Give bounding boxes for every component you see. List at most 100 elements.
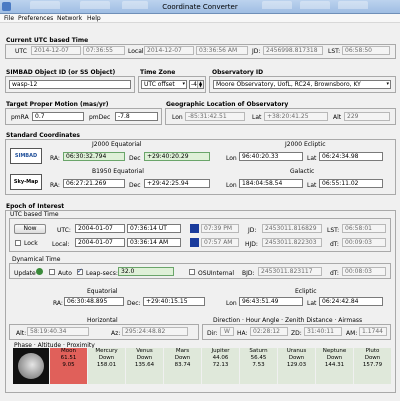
ra-label: RA: — [50, 155, 60, 162]
moon-icon — [18, 353, 44, 379]
observatory-heading: Observatory ID — [212, 69, 264, 76]
zd-label: ZD: — [291, 330, 302, 337]
ecliptic-lon-input[interactable]: 96:40:20.33 — [239, 152, 303, 161]
epoch-ec-lat-input[interactable]: 06:24:42.84 — [319, 297, 383, 306]
phase-cell-mars: Mars Down 83.74 — [164, 348, 201, 384]
dec-j2000-input[interactable]: +29:40:20.29 — [144, 152, 210, 161]
epoch-ec-lon-label: Lon — [226, 300, 237, 307]
phase-body-value1: 44.06 — [212, 355, 229, 361]
skymap-logo[interactable]: Sky-Map — [10, 174, 42, 190]
epoch-local-time-input[interactable]: 03:36:14 AM — [127, 238, 181, 247]
current-utc-time: 07:36:55 — [83, 46, 125, 55]
pmra-label: pmRA — [11, 114, 29, 121]
phase-body-value1: Down — [98, 355, 115, 361]
epoch-equatorial-title: Equatorial — [87, 288, 118, 295]
menu-network[interactable]: Network — [57, 15, 82, 22]
chevron-down-icon: ▾ — [182, 81, 185, 87]
timezone-select[interactable]: UTC offset ▾ — [141, 80, 187, 89]
obs-alt: 229 — [344, 112, 390, 121]
menu-preferences[interactable]: Preferences — [18, 15, 53, 22]
obs-lon: -85:31:42.51 — [185, 112, 245, 121]
dec-label: Dec — [129, 155, 141, 162]
simbad-object-input[interactable]: wasp-12 — [9, 80, 131, 89]
ra-j2000-input[interactable]: 06:30:32.794 — [63, 152, 125, 161]
galactic-lat-input[interactable]: 06:55:11.02 — [319, 179, 383, 188]
timezone-offset-stepper[interactable]: -4 ▲ ▼ — [189, 80, 204, 89]
lock-checkbox[interactable] — [15, 240, 21, 246]
sunset-icon — [190, 224, 199, 233]
horizontal-title: Horizontal — [87, 317, 118, 324]
observatory-select[interactable]: Moore Observatory, UofL, RC24, Brownsbor… — [213, 80, 391, 89]
epoch-local-date-input[interactable]: 2004-01-07 — [75, 238, 125, 247]
phase-cell-jupiter: Jupiter 44.06 72.13 — [202, 348, 239, 384]
epoch-local-label: Local: — [52, 241, 70, 248]
current-lst: 06:58:50 — [342, 46, 390, 55]
epoch-utc-time-input[interactable]: 07:36:14 UT — [127, 224, 181, 233]
osu-internal-checkbox[interactable] — [189, 269, 195, 275]
phase-body-name: Uranus — [286, 348, 307, 354]
sunrise-time: 07:57 AM — [201, 238, 239, 247]
phase-body-value2: 7.53 — [252, 362, 265, 368]
ra-b1950-input[interactable]: 06:27:21.269 — [63, 179, 125, 188]
phase-cell-mercury: Mercury Down 158.01 — [88, 348, 125, 384]
phase-body-value2: 158.01 — [96, 362, 117, 368]
hz-alt-label: Alt: — [16, 330, 27, 337]
sunset-time: 07:39 PM — [201, 224, 239, 233]
galactic-lat-label: Lat — [307, 182, 317, 189]
update-icon[interactable] — [36, 268, 43, 275]
phase-body-value1: 61.51 — [60, 355, 77, 361]
chevron-down-icon: ▾ — [386, 81, 389, 87]
simbad-heading: SIMBAD Object ID (or SS Object) — [6, 69, 116, 76]
phase-body-value1: Down — [136, 355, 153, 361]
epoch-hjd-label: HJD: — [245, 241, 258, 248]
phase-body-value1: Down — [288, 355, 305, 361]
phase-body-value2: 129.03 — [286, 362, 307, 368]
simbad-logo[interactable]: SIMBAD — [10, 148, 42, 164]
epoch-lst-label: LST: — [327, 227, 340, 234]
epoch-dec-input[interactable]: +29:40:15.15 — [143, 297, 205, 306]
phase-body-name: Neptune — [322, 348, 347, 354]
current-utc-date: 2014-12-07 — [31, 46, 81, 55]
ra-b1950-label: RA: — [50, 182, 60, 189]
hz-az: 295:24:48.82 — [122, 327, 188, 336]
phase-body-name: Venus — [136, 348, 153, 354]
phase-body-value2: 72.13 — [212, 362, 229, 368]
bjd-label: BJD: — [242, 270, 255, 277]
standard-coords-heading: Standard Coordinates — [6, 132, 80, 139]
auto-checkbox[interactable] — [49, 269, 55, 275]
now-button[interactable]: Now — [14, 224, 46, 234]
epoch-utc-date-input[interactable]: 2004-01-07 — [75, 224, 125, 233]
spin-arrows-icon[interactable]: ▲ ▼ — [197, 81, 203, 88]
epoch-heading: Epoch of Interest — [6, 203, 65, 210]
epoch-dt: 00:09:03 — [342, 238, 386, 247]
epoch-ra-label: RA: — [53, 300, 63, 307]
epoch-ra-input[interactable]: 06:30:48.895 — [64, 297, 124, 306]
proper-motion-heading: Target Proper Motion (mas/yr) — [6, 101, 109, 108]
dir-label: Dir: — [207, 330, 218, 337]
phase-body-name: Mars — [175, 348, 190, 354]
phase-body-name: Moon — [61, 348, 76, 354]
epoch-dec-label: Dec: — [127, 300, 141, 307]
epoch-ec-lon-input[interactable]: 96:43:51.49 — [239, 297, 303, 306]
leap-secs-input[interactable]: 32.0 — [118, 267, 174, 276]
phase-body-value1: Down — [174, 355, 191, 361]
pmra-input[interactable]: 0.7 — [32, 112, 84, 121]
galactic-lon-input[interactable]: 184:04:58.54 — [239, 179, 303, 188]
am-value: 1.1744 — [359, 327, 387, 336]
jd-label: JD: — [252, 48, 261, 55]
dec-b1950-input[interactable]: +29:42:25.94 — [144, 179, 210, 188]
leap-secs-label: Leap-secs: — [86, 270, 118, 277]
direction-title: Direction · Hour Angle · Zenith Distance… — [213, 317, 363, 324]
epoch-ec-lat-label: Lat — [307, 300, 317, 307]
phase-body-name: Mercury — [95, 348, 118, 354]
menu-help[interactable]: Help — [87, 15, 101, 22]
current-utc-heading: Current UTC based Time — [6, 37, 89, 44]
title-bar: Coordinate Converter — [0, 0, 400, 14]
ecliptic-lat-input[interactable]: 06:24:34.98 — [319, 152, 383, 161]
j2000-equatorial-title: J2000 Equatorial — [92, 141, 142, 148]
pmdec-input[interactable]: -7.8 — [115, 112, 158, 121]
zd-value: 31:40:11 — [304, 327, 342, 336]
leap-secs-checkbox[interactable] — [77, 267, 83, 275]
current-jd: 2456998.817318 — [263, 46, 323, 55]
menu-file[interactable]: File — [4, 15, 14, 22]
